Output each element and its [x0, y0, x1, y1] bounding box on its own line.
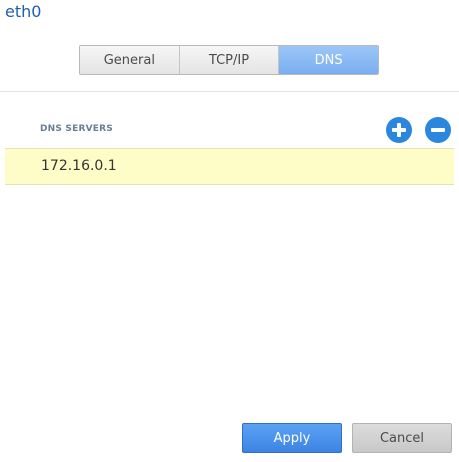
add-dns-server-button[interactable]: [386, 117, 412, 143]
tab-bar: General TCP/IP DNS: [79, 45, 379, 75]
tab-general[interactable]: General: [80, 46, 180, 74]
cancel-button[interactable]: Cancel: [352, 423, 452, 453]
dns-server-row[interactable]: 172.16.0.1: [5, 148, 454, 185]
dns-server-address: 172.16.0.1: [41, 158, 117, 174]
apply-button[interactable]: Apply: [242, 423, 342, 453]
tab-dns[interactable]: DNS: [279, 46, 378, 74]
header-divider: [0, 91, 459, 92]
remove-dns-server-button[interactable]: [425, 117, 451, 143]
window-title: eth0: [5, 2, 42, 21]
tab-tcp-ip[interactable]: TCP/IP: [179, 46, 280, 74]
dns-servers-heading: DNS SERVERS: [40, 124, 113, 134]
